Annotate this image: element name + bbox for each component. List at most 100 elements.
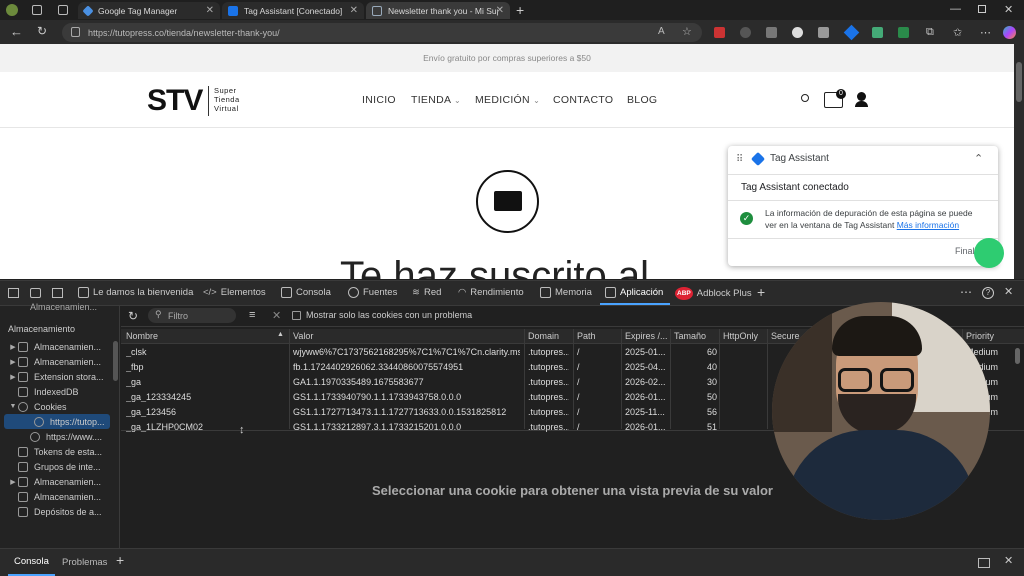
extension-badge-icon[interactable] [714,27,725,38]
expand-right-icon[interactable]: ▶ [8,373,18,381]
sidebar-item-storage-top[interactable]: Almacenamien... [0,299,118,314]
sidebar-item[interactable]: ▶ Almacenamien... [0,339,118,354]
inspect-element-icon[interactable] [8,288,19,298]
column-header[interactable]: Path [577,331,596,341]
dock-side-icon[interactable] [52,288,63,298]
cookie-cell: 50 [706,392,717,402]
read-aloud-icon[interactable]: A [658,26,665,37]
close-tab-icon[interactable]: ✕ [206,5,214,16]
sidebar-item[interactable]: Almacenamien... [0,489,118,504]
nav-contacto[interactable]: CONTACTO [553,94,613,106]
expand-right-icon[interactable]: ▶ [8,358,18,366]
devtools-tab-performance[interactable]: ◠ Rendimiento [458,287,524,298]
workspaces-icon[interactable] [32,5,42,15]
account-icon[interactable] [857,92,866,101]
profile-icon[interactable] [6,4,18,16]
column-header[interactable]: Tamaño [674,331,706,341]
column-header[interactable]: HttpOnly [723,331,758,341]
copilot-icon[interactable] [1003,26,1016,39]
sidebar-item[interactable]: ▶ Extension stora... [0,369,118,384]
home-icon [78,287,89,298]
expand-right-icon[interactable]: ▶ [8,343,18,351]
sidebar-item[interactable]: Grupos de inte... [0,459,118,474]
close-devtools-icon[interactable]: ✕ [1004,285,1013,298]
column-header[interactable]: Valor [293,331,313,341]
add-drawer-tab-icon[interactable]: + [116,552,124,568]
extension-icon[interactable] [818,27,829,38]
tab-google-tag-manager[interactable]: Google Tag Manager ✕ [78,2,220,19]
filter-input[interactable]: ⚲ Filtro [148,308,236,323]
devtools-tab-adblock[interactable]: ABP Adblock Plus [675,287,752,300]
reload-icon[interactable]: ↻ [37,24,47,38]
collapse-chevron-icon[interactable]: ⌃ [974,152,983,165]
tab-label: Le damos la bienvenida [93,287,194,298]
sidebar-item[interactable]: ▶ Almacenamien... [0,474,118,489]
devtools-tab-memory[interactable]: Memoria [540,287,592,298]
column-header[interactable]: Nombre [126,331,158,341]
maximize-button[interactable] [978,5,986,13]
column-header[interactable]: Domain [528,331,559,341]
close-tab-icon[interactable]: ✕ [350,5,358,16]
page-scrollbar[interactable] [1014,44,1024,279]
favorite-star-icon[interactable]: ☆ [682,25,692,38]
tab-tag-assistant[interactable]: Tag Assistant [Conectado] ✕ [222,2,364,19]
address-bar[interactable]: https://tutopress.co/tienda/newsletter-t… [62,23,702,42]
chat-bubble-icon[interactable] [974,238,1004,268]
drawer-tab-console[interactable]: Consola [8,549,55,576]
devtools-tab-elements[interactable]: </> Elementos [203,287,266,298]
devtools-tab-sources[interactable]: Fuentes [348,287,397,298]
extension-on-icon[interactable] [898,27,909,38]
expand-down-icon[interactable]: ▼ [8,403,18,410]
devtools-menu-icon[interactable]: ⋯ [960,285,972,299]
help-icon[interactable]: ? [982,287,994,299]
close-window-button[interactable]: ✕ [1004,3,1013,16]
close-drawer-icon[interactable]: ✕ [1004,554,1013,567]
nav-medicion[interactable]: MEDICIÓN ⌄ [475,94,540,106]
search-icon[interactable] [801,94,809,102]
devtools-tab-console[interactable]: Consola [281,287,331,298]
site-logo[interactable]: STV [147,84,203,118]
devtools-tab-welcome[interactable]: Le damos la bienvenida [78,287,193,298]
sidebar-item[interactable]: https://www.... [0,429,118,444]
clear-all-icon[interactable]: ✕ [272,309,281,322]
sidebar-item[interactable]: ▼ Cookies [0,399,118,414]
favorites-icon[interactable]: ✩ [953,26,962,39]
extension-icon[interactable] [740,27,751,38]
more-menu-icon[interactable]: ⋯ [980,26,991,39]
nav-blog[interactable]: BLOG [627,94,657,106]
sidebar-item[interactable]: https://tutop... [4,414,110,429]
extension-icon[interactable] [766,27,777,38]
lock-icon[interactable] [71,27,80,37]
refresh-icon[interactable]: ↻ [128,309,138,323]
extensions-puzzle-icon[interactable]: ⧉ [926,26,934,39]
devtools-tab-application[interactable]: Aplicación [605,287,663,298]
more-tools-plus-icon[interactable]: + [757,284,765,300]
nav-tienda[interactable]: TIENDA ⌄ [411,94,461,106]
tab-newsletter[interactable]: Newsletter thank you - Mi Super ✕ [366,2,510,19]
sidebar-item[interactable]: IndexedDB [0,384,118,399]
back-arrow-icon[interactable]: ← [10,24,23,39]
close-tab-icon[interactable]: ✕ [496,5,504,16]
more-info-link[interactable]: Más información [897,220,959,230]
expand-right-icon[interactable]: ▶ [8,478,18,486]
dock-drawer-icon[interactable] [978,558,990,568]
tab-actions-icon[interactable] [58,5,68,15]
scroll-thumb[interactable] [1016,62,1022,102]
extension-icon[interactable] [872,27,883,38]
drag-handle-icon[interactable]: ⠿ [736,154,743,165]
cookie-cell: 40 [706,362,717,372]
drawer-tab-issues[interactable]: Problemas [62,557,107,568]
sidebar-item[interactable]: Depósitos de a... [0,504,118,519]
extension-icon[interactable] [792,27,803,38]
sidebar-item[interactable]: ▶ Almacenamien... [0,354,118,369]
nav-inicio[interactable]: INICIO [362,94,396,106]
only-issues-checkbox[interactable] [292,311,301,320]
sort-ascending-icon[interactable]: ▲ [277,331,284,338]
new-tab-button[interactable]: + [516,2,524,18]
devtools-tab-network[interactable]: ≋ Red [412,287,441,298]
minimize-button[interactable]: — [950,3,961,15]
column-header[interactable]: Expires /... [625,331,668,341]
device-emulation-icon[interactable] [30,288,41,298]
sidebar-item[interactable]: Tokens de esta... [0,444,118,459]
clear-filtered-icon[interactable]: ≡ [249,309,255,321]
